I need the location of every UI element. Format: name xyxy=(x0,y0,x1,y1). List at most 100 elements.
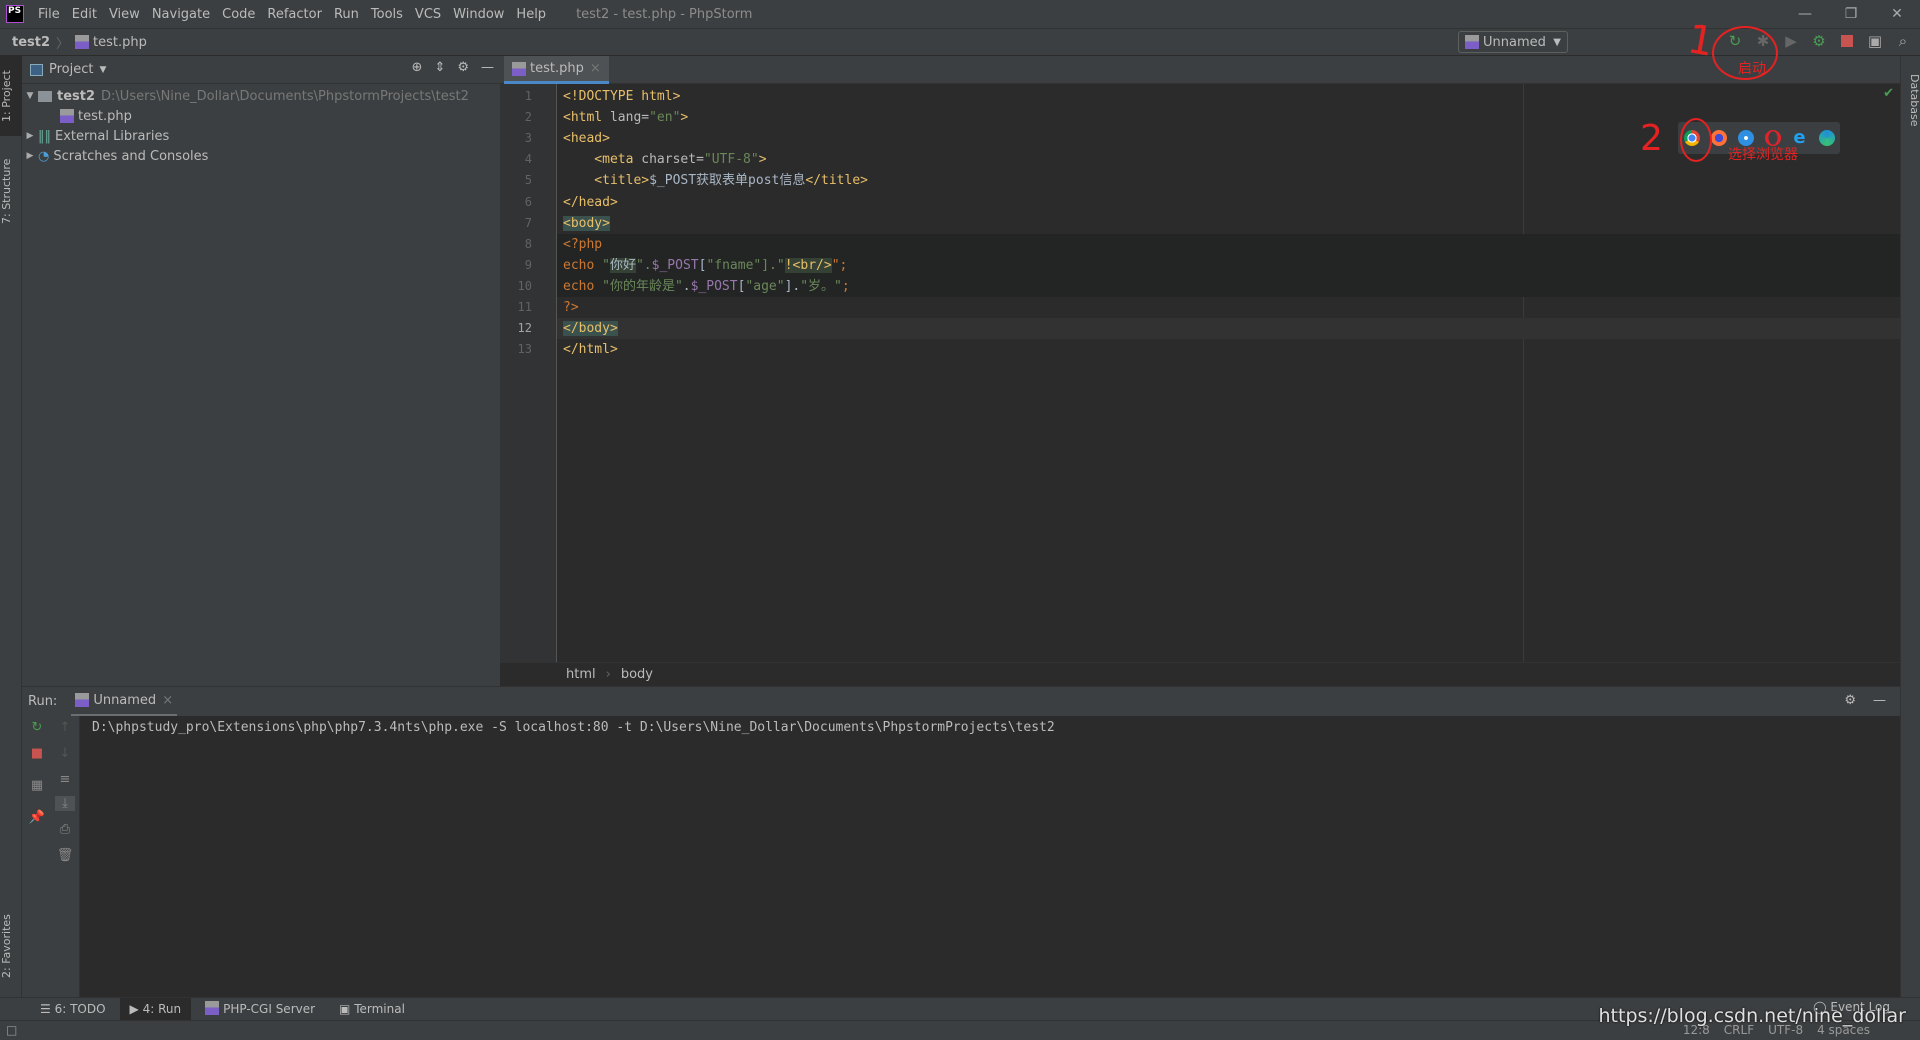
code-token: ]." xyxy=(761,257,785,273)
annotation-choose-browser: 选择浏览器 xyxy=(1728,147,1798,163)
structure-tool-tab[interactable]: 7: Structure xyxy=(0,146,22,236)
tab-run[interactable]: ▶ 4: Run xyxy=(119,998,192,1020)
code-token: ; xyxy=(841,278,850,294)
menu-bar: PS File Edit View Navigate Code Refactor… xyxy=(0,0,1920,28)
gear-icon[interactable]: ⚙ xyxy=(1844,693,1856,708)
project-view-select[interactable]: Project xyxy=(49,62,93,77)
code-token: $_POST xyxy=(651,257,699,273)
code-line: echo "你的年龄是".$_POST["age"]."岁。"; xyxy=(563,276,850,297)
tree-item-test-php[interactable]: test.php xyxy=(22,106,500,126)
right-margin-guide xyxy=(1523,84,1524,662)
profile-icon[interactable]: ⚙ xyxy=(1810,31,1828,51)
code-token: <body> xyxy=(563,215,610,231)
print-icon[interactable]: ⎙ xyxy=(55,822,75,837)
pin-icon[interactable]: 📌 xyxy=(27,810,47,825)
restore-button[interactable]: ❐ xyxy=(1828,0,1874,28)
gear-icon[interactable]: ⚙ xyxy=(457,60,469,75)
code-line: </head> xyxy=(563,192,618,213)
layout-icon[interactable]: ▦ xyxy=(27,778,47,793)
terminal-icon[interactable]: ▣ xyxy=(1866,31,1884,51)
code-token: "fname" xyxy=(706,257,762,273)
menu-window[interactable]: Window xyxy=(453,7,504,22)
menu-view[interactable]: View xyxy=(109,7,140,22)
project-view-icon xyxy=(30,63,43,76)
code-line: <head> xyxy=(563,128,610,149)
line-number: 10 xyxy=(517,278,532,293)
code-line: <title>$_POST获取表单post信息</title> xyxy=(563,170,868,191)
close-tab-icon[interactable]: × xyxy=(162,693,173,708)
code-token: "; xyxy=(831,257,848,273)
inspection-ok-icon: ✔ xyxy=(1883,86,1894,101)
edge-icon[interactable] xyxy=(1818,130,1835,146)
line-number: 7 xyxy=(524,215,532,230)
tab-label: 6: TODO xyxy=(54,1002,106,1016)
menu-code[interactable]: Code xyxy=(222,7,255,22)
tab-todo[interactable]: ☰ 6: TODO xyxy=(30,998,116,1020)
rerun-icon[interactable]: ↻ xyxy=(27,720,47,735)
chevron-down-icon: ▼ xyxy=(1553,36,1561,48)
current-line-highlight xyxy=(557,318,1900,340)
run-tab-unnamed[interactable]: Unnamed × xyxy=(71,687,178,717)
stop-icon[interactable]: ■ xyxy=(27,746,47,761)
scroll-to-end-icon[interactable]: ⤓ xyxy=(55,796,75,811)
database-tool-tab[interactable]: Database xyxy=(1901,60,1920,140)
crumb-body[interactable]: body xyxy=(621,667,653,682)
line-number: 4 xyxy=(524,152,532,167)
tree-item-external-libraries[interactable]: ▶ ‖‖ External Libraries xyxy=(22,126,500,146)
hide-icon[interactable]: — xyxy=(1873,693,1886,708)
tab-terminal[interactable]: ▣ Terminal xyxy=(329,998,415,1020)
trash-icon[interactable]: 🗑 xyxy=(55,848,75,863)
tree-item-scratches[interactable]: ▶ ◔ Scratches and Consoles xyxy=(22,146,500,166)
firefox-icon[interactable] xyxy=(1710,130,1727,146)
line-number: 12 xyxy=(517,321,532,336)
menu-file[interactable]: File xyxy=(38,7,60,22)
tab-test-php[interactable]: test.php × xyxy=(504,56,609,84)
expand-arrow-icon[interactable]: ▶ xyxy=(22,131,38,141)
hide-icon[interactable]: — xyxy=(481,60,494,75)
annotation-circle xyxy=(1680,118,1712,162)
breadcrumb-file[interactable]: test.php xyxy=(93,35,147,50)
menu-navigate[interactable]: Navigate xyxy=(152,7,210,22)
menu-vcs[interactable]: VCS xyxy=(415,7,441,22)
watermark: https://blog.csdn.net/nine_dollar xyxy=(1598,1005,1907,1027)
line-number: 13 xyxy=(517,342,532,357)
breadcrumb-project[interactable]: test2 xyxy=(12,35,50,50)
tab-php-cgi-server[interactable]: PHP-CGI Server xyxy=(195,998,325,1020)
code-token: > xyxy=(758,152,767,168)
menu-refactor[interactable]: Refactor xyxy=(267,7,322,22)
code-token: <meta xyxy=(563,152,642,168)
line-number: 1 xyxy=(524,89,532,103)
tree-label: test2 xyxy=(57,88,96,104)
down-icon[interactable]: ↓ xyxy=(55,746,75,761)
tree-item-test2[interactable]: ▼ test2 D:\Users\Nine_Dollar\Documents\Php… xyxy=(22,86,500,106)
run-panel-header: Run: Unnamed × ⚙ — xyxy=(22,686,1900,717)
chevron-down-icon[interactable]: ▼ xyxy=(99,65,106,75)
run-console[interactable]: D:\phpstudy_pro\Extensions\php\php7.3.4n… xyxy=(80,716,1900,997)
menu-edit[interactable]: Edit xyxy=(72,7,97,22)
locate-icon[interactable]: ⊕ xyxy=(412,60,423,75)
favorites-tool-tab[interactable]: 2: Favorites xyxy=(0,896,22,996)
code-editor[interactable]: 1 2 3 4 5 6 7 8 9 10 11 12 13 <!DOCTYPE html> <html l… xyxy=(500,84,1900,662)
code-token: "age" xyxy=(745,278,785,294)
menu-help[interactable]: Help xyxy=(516,7,546,22)
menu-tools[interactable]: Tools xyxy=(371,7,403,22)
up-icon[interactable]: ↑ xyxy=(55,720,75,735)
project-tool-tab[interactable]: 1: Project xyxy=(0,56,22,136)
crumb-html[interactable]: html xyxy=(566,667,596,682)
collapse-all-icon[interactable]: ⇕ xyxy=(434,60,445,75)
search-icon[interactable]: ⌕ xyxy=(1894,31,1912,51)
code-token: </head> xyxy=(563,194,618,210)
coverage-icon[interactable]: ▶ xyxy=(1782,31,1800,51)
close-button[interactable]: ✕ xyxy=(1874,0,1920,28)
code-token: " xyxy=(602,257,610,273)
code-token: "岁。" xyxy=(800,278,842,294)
menu-run[interactable]: Run xyxy=(334,7,359,22)
soft-wrap-icon[interactable]: ≡ xyxy=(55,772,75,787)
stop-icon[interactable] xyxy=(1838,31,1856,51)
expand-arrow-icon[interactable]: ▶ xyxy=(22,151,38,161)
toggle-tool-windows-icon[interactable]: □ xyxy=(6,1023,17,1037)
minimize-button[interactable]: — xyxy=(1782,0,1828,28)
run-configuration-select[interactable]: Unnamed ▼ xyxy=(1458,31,1568,53)
expand-arrow-icon[interactable]: ▼ xyxy=(22,91,38,101)
close-tab-icon[interactable]: × xyxy=(590,61,601,76)
